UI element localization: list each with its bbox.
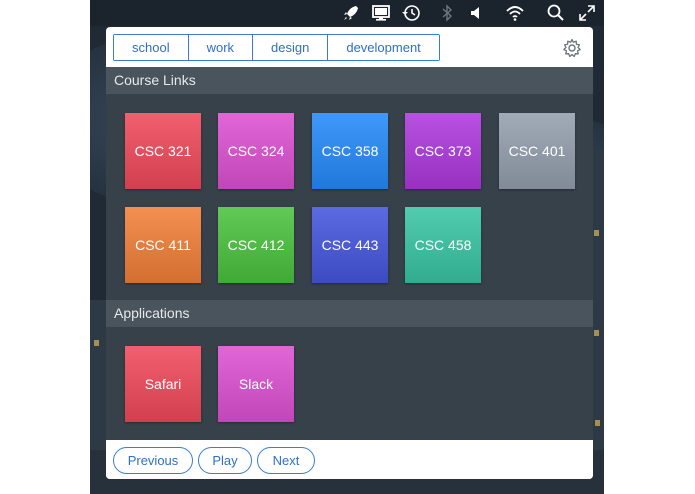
tile-csc-401[interactable]: CSC 401 bbox=[499, 113, 575, 189]
tile-csc-443[interactable]: CSC 443 bbox=[312, 207, 388, 283]
tile-csc-373[interactable]: CSC 373 bbox=[405, 113, 481, 189]
launcher-content: Course Links CSC 321 CSC 324 CSC 358 CSC… bbox=[106, 67, 593, 440]
tile-csc-412[interactable]: CSC 412 bbox=[218, 207, 294, 283]
tile-csc-321[interactable]: CSC 321 bbox=[125, 113, 201, 189]
rocket-icon[interactable] bbox=[340, 3, 362, 23]
screen: school work design development Course Li… bbox=[0, 0, 695, 494]
tab-school[interactable]: school bbox=[114, 35, 189, 60]
section-title-applications: Applications bbox=[106, 300, 593, 327]
tile-slack[interactable]: Slack bbox=[218, 346, 294, 422]
tile-safari[interactable]: Safari bbox=[125, 346, 201, 422]
display-icon[interactable] bbox=[370, 3, 392, 23]
search-icon[interactable] bbox=[545, 3, 567, 23]
tab-development[interactable]: development bbox=[328, 35, 439, 60]
tile-csc-411[interactable]: CSC 411 bbox=[125, 207, 201, 283]
wifi-icon[interactable] bbox=[504, 3, 526, 23]
tile-csc-358[interactable]: CSC 358 bbox=[312, 113, 388, 189]
tile-label: CSC 443 bbox=[321, 237, 379, 253]
gear-icon[interactable] bbox=[562, 38, 582, 58]
tile-label: Safari bbox=[144, 376, 182, 392]
volume-icon[interactable] bbox=[466, 3, 488, 23]
tile-label: CSC 458 bbox=[414, 237, 472, 253]
next-button[interactable]: Next bbox=[257, 447, 315, 474]
tile-label: CSC 373 bbox=[414, 143, 472, 159]
tile-label: CSC 321 bbox=[134, 143, 192, 159]
tile-label: CSC 324 bbox=[227, 143, 285, 159]
tile-label: CSC 411 bbox=[135, 237, 191, 253]
footer-controls: Previous Play Next bbox=[106, 440, 593, 479]
launcher-popup: school work design development Course Li… bbox=[106, 27, 593, 479]
tab-design[interactable]: design bbox=[253, 35, 329, 60]
tile-label: CSC 401 bbox=[508, 143, 566, 159]
menu-bar bbox=[90, 0, 604, 26]
tile-label: CSC 358 bbox=[321, 143, 379, 159]
bluetooth-icon[interactable] bbox=[436, 3, 458, 23]
tile-csc-324[interactable]: CSC 324 bbox=[218, 113, 294, 189]
time-machine-icon[interactable] bbox=[400, 3, 422, 23]
section-title-course-links: Course Links bbox=[106, 67, 593, 94]
tab-work[interactable]: work bbox=[188, 35, 254, 60]
tile-label: CSC 412 bbox=[227, 237, 285, 253]
tile-label: Slack bbox=[238, 376, 274, 392]
category-tabs: school work design development bbox=[113, 34, 440, 61]
previous-button[interactable]: Previous bbox=[113, 447, 193, 474]
play-button[interactable]: Play bbox=[198, 447, 252, 474]
fullscreen-icon[interactable] bbox=[576, 3, 598, 23]
tile-csc-458[interactable]: CSC 458 bbox=[405, 207, 481, 283]
